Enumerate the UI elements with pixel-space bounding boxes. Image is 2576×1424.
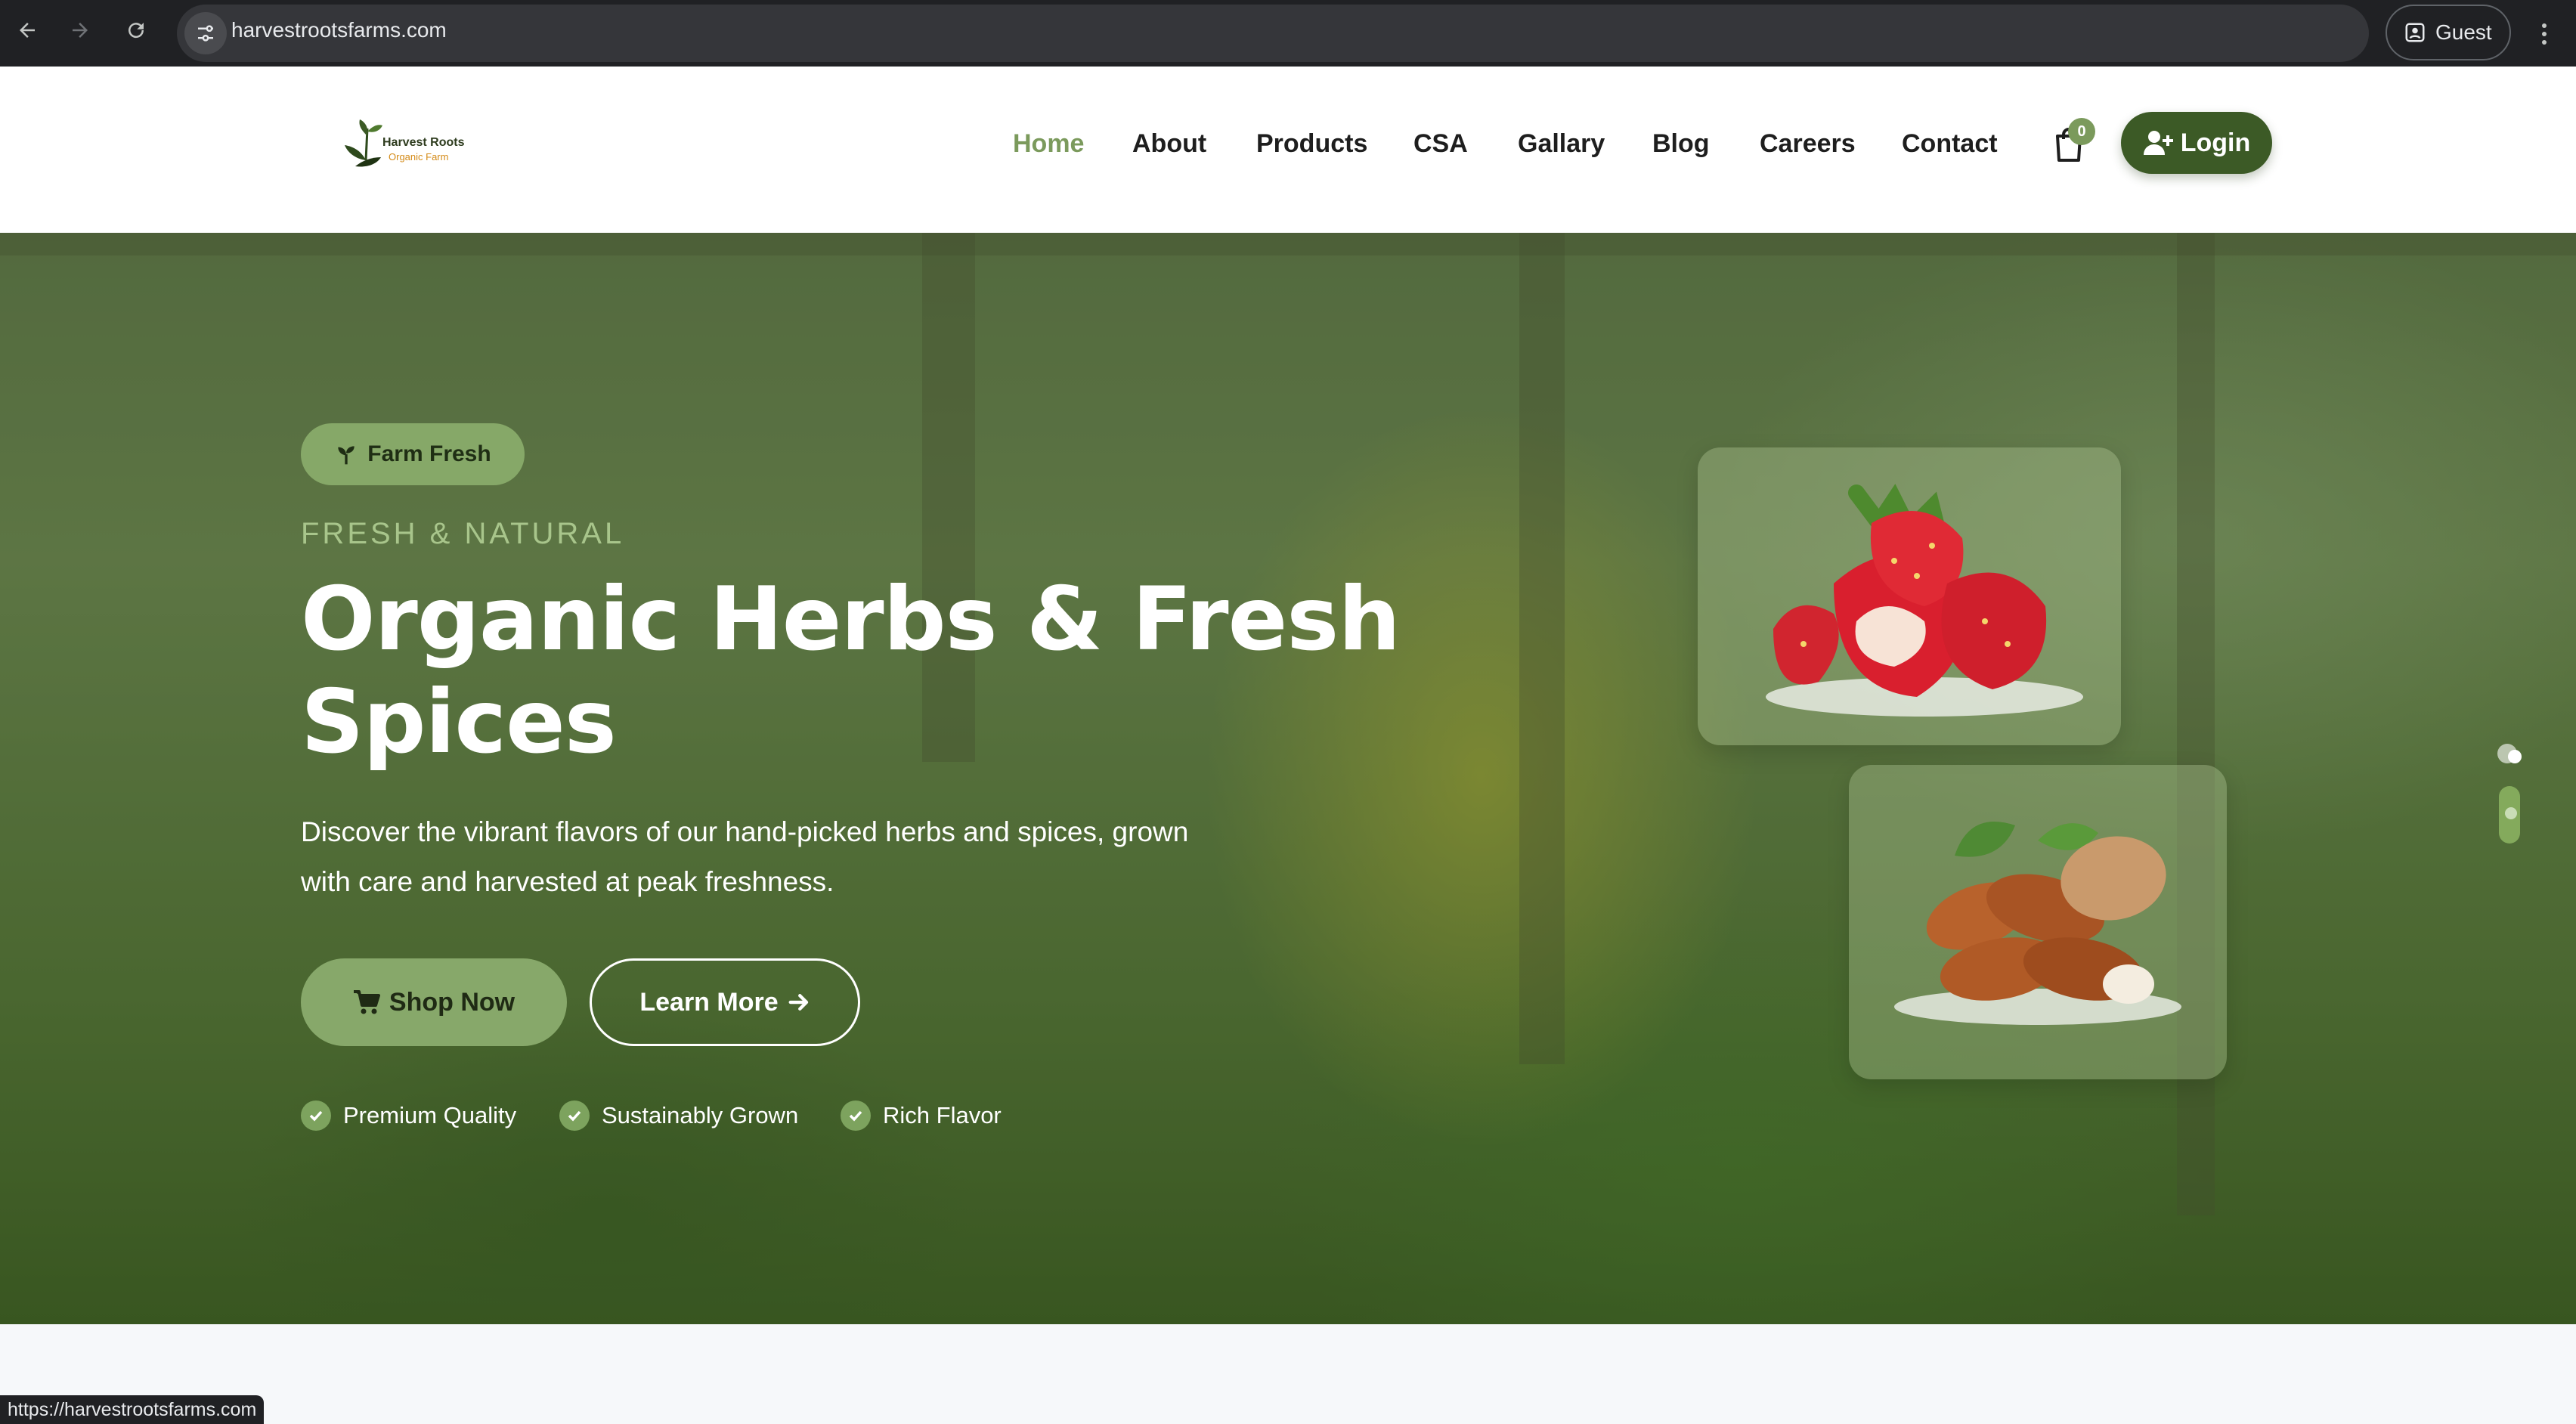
- url-text[interactable]: harvestrootsfarms.com: [231, 17, 447, 44]
- check-icon: [301, 1101, 331, 1131]
- hero-eyebrow: FRESH & NATURAL: [301, 517, 625, 550]
- slide-dot[interactable]: [2508, 750, 2522, 763]
- feature-label: Rich Flavor: [883, 1102, 1002, 1128]
- learn-more-label: Learn More: [639, 987, 779, 1017]
- shop-now-button[interactable]: Shop Now: [301, 958, 567, 1046]
- shopping-cart-icon: [353, 990, 380, 1014]
- check-icon: [841, 1101, 871, 1131]
- feature-item: Premium Quality: [301, 1101, 516, 1131]
- forward-icon: [73, 23, 88, 38]
- nav-csa[interactable]: CSA: [1413, 127, 1468, 160]
- almond-card: [1849, 765, 2227, 1079]
- nav-products[interactable]: Products: [1256, 127, 1367, 160]
- check-icon: [559, 1101, 590, 1131]
- nav-about[interactable]: About: [1132, 127, 1206, 160]
- nav-home[interactable]: Home: [1013, 127, 1084, 160]
- almond-image: [1894, 822, 2181, 1025]
- reload-icon: [128, 23, 144, 39]
- back-button[interactable]: [5, 8, 50, 53]
- nav-gallary[interactable]: Gallary: [1518, 127, 1605, 160]
- site-info-icon: [198, 25, 213, 42]
- login-label: Login: [2180, 128, 2251, 157]
- shop-now-label: Shop Now: [389, 987, 516, 1017]
- nav-careers[interactable]: Careers: [1760, 127, 1856, 160]
- feature-item: Rich Flavor: [841, 1101, 1002, 1131]
- profile-label: Guest: [2435, 20, 2492, 44]
- profile-icon: [2405, 23, 2425, 42]
- profile-button[interactable]: Guest: [2386, 5, 2511, 60]
- hero-description: Discover the vibrant flavors of our hand…: [301, 816, 1189, 897]
- forward-button[interactable]: [57, 8, 103, 53]
- login-button[interactable]: Login: [2121, 112, 2272, 174]
- back-icon: [20, 23, 35, 38]
- nav-blog[interactable]: Blog: [1652, 127, 1710, 160]
- sprout-icon: [338, 446, 355, 465]
- strawberry-image: [1766, 484, 2083, 717]
- slide-indicator-dot: [2505, 807, 2517, 819]
- status-url: https://harvestrootsfarms.com: [0, 1395, 265, 1424]
- nav-contact[interactable]: Contact: [1902, 127, 1998, 160]
- logo-title: Harvest Roots: [382, 136, 465, 149]
- arrow-right-icon: [788, 994, 808, 1011]
- badge-label: Farm Fresh: [367, 441, 491, 466]
- feature-label: Premium Quality: [343, 1102, 517, 1128]
- farm-fresh-badge: Farm Fresh: [301, 423, 525, 485]
- cart-count-badge: 0: [2068, 118, 2095, 145]
- strawberry-card: [1698, 447, 2121, 745]
- hero-headline: Organic Herbs & Fresh Spices: [301, 568, 1401, 773]
- menu-icon[interactable]: [2529, 15, 2559, 53]
- site-info-button[interactable]: [184, 12, 227, 54]
- user-plus-icon: [2143, 131, 2173, 155]
- address-bar[interactable]: [177, 5, 2369, 62]
- feature-item: Sustainably Grown: [559, 1101, 798, 1131]
- logo-subtitle: Organic Farm: [389, 151, 449, 163]
- feature-label: Sustainably Grown: [602, 1102, 799, 1128]
- learn-more-button[interactable]: Learn More: [590, 958, 860, 1046]
- reload-button[interactable]: [113, 8, 159, 53]
